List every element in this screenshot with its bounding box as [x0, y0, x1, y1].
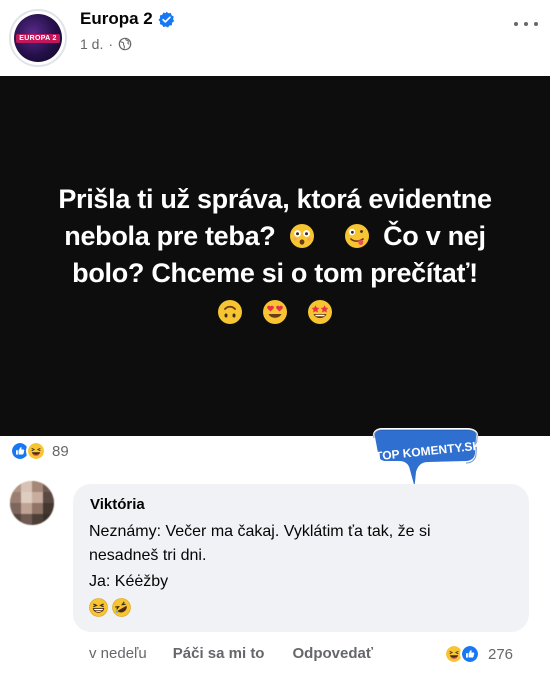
grinning-squinting-emoji-icon — [89, 598, 108, 617]
avatar-logo-image: EUROPA 2 — [14, 14, 62, 62]
comment-bubble[interactable]: Viktória Neznámy: Večer ma čakaj. Vyklát… — [73, 484, 529, 632]
image-emoji-row — [35, 294, 515, 331]
like-reaction-icon — [460, 644, 480, 664]
page-name[interactable]: Europa 2 — [80, 9, 153, 29]
like-comment-button[interactable]: Páči sa mi to — [173, 645, 265, 662]
post-reaction-count: 89 — [52, 442, 69, 460]
page-name-row: Europa 2 — [80, 9, 175, 29]
post-reactions[interactable]: 89 — [10, 441, 69, 461]
image-text-line-1: Prišla ti už správa, ktorá evidentne — [58, 184, 492, 214]
globe-icon — [118, 37, 132, 51]
comment-actions: v nedeľu Páči sa mi to Odpovedať — [89, 645, 373, 662]
post-timestamp[interactable]: 1 d. — [80, 36, 103, 52]
comment-time[interactable]: v nedeľu — [89, 645, 147, 662]
post-meta: 1 d. · — [80, 36, 132, 52]
verified-badge-icon — [158, 11, 174, 27]
comment-author[interactable]: Viktória — [90, 494, 513, 516]
image-text-line-2a: nebola pre teba? — [64, 221, 276, 251]
comment-author-avatar[interactable] — [10, 481, 54, 525]
page-avatar[interactable]: EUROPA 2 — [9, 9, 67, 67]
image-text-line-2b: Čo v nej — [383, 221, 486, 251]
comment-emoji-row — [89, 598, 513, 617]
image-text-line-2: nebola pre teba? Čo v nej — [35, 218, 515, 255]
upside-down-face-emoji-icon — [217, 300, 242, 324]
reply-comment-button[interactable]: Odpovedať — [292, 645, 373, 662]
haha-reaction-icon — [26, 441, 46, 461]
post-image[interactable]: Prišla ti už správa, ktorá evidentne neb… — [0, 76, 550, 436]
comment-text-line-2: nesadneš tri dni. — [89, 547, 207, 564]
post-image-text: Prišla ti už správa, ktorá evidentne neb… — [35, 181, 515, 331]
comment-text-line-1: Neznámy: Večer ma čakaj. Vyklátim ťa tak… — [89, 523, 431, 540]
zany-face-emoji-icon — [344, 224, 369, 248]
comment-reaction-count: 276 — [488, 645, 514, 663]
heart-eyes-emoji-icon — [263, 300, 287, 324]
star-struck-emoji-icon — [308, 300, 333, 324]
post-header: EUROPA 2 Europa 2 1 d. · — [0, 0, 550, 76]
comment-reactions[interactable]: 276 — [444, 644, 513, 664]
meta-separator: · — [108, 36, 114, 52]
more-options-icon[interactable] — [514, 14, 538, 34]
flushed-face-emoji-icon — [289, 224, 314, 248]
rolling-laughing-emoji-icon — [112, 598, 131, 617]
avatar-logo-text: EUROPA 2 — [16, 33, 60, 43]
image-text-line-3: bolo? Chceme si o tom prečítať! — [72, 258, 478, 288]
comment-text-line-3: Ja: Kéėžby — [89, 573, 169, 590]
